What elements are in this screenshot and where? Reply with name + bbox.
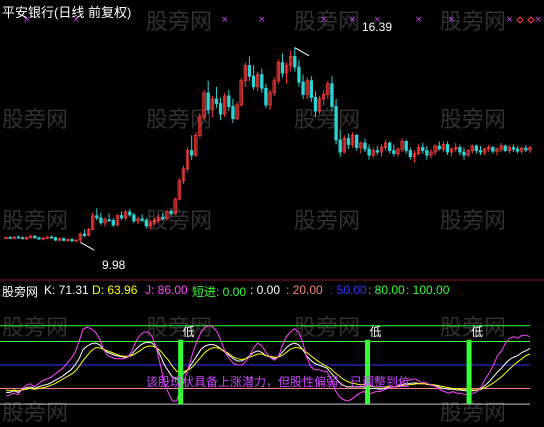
diamond-marker bbox=[527, 16, 535, 24]
candle-body bbox=[260, 74, 264, 89]
high-arrow bbox=[294, 47, 310, 57]
top-marker: × bbox=[448, 15, 456, 25]
low-arrow bbox=[80, 241, 95, 251]
candle-body bbox=[161, 216, 165, 220]
candle-body bbox=[37, 237, 41, 240]
top-marker: × bbox=[534, 15, 542, 25]
indicator-name: 股旁网 bbox=[2, 285, 39, 299]
candle-body bbox=[251, 75, 256, 88]
candle-body bbox=[247, 65, 252, 77]
diamond-marker bbox=[516, 16, 524, 24]
line50-value: : 50.00 bbox=[330, 283, 367, 297]
signal-label: 低 bbox=[370, 325, 382, 339]
candle-body bbox=[346, 138, 351, 145]
candle-body bbox=[16, 236, 21, 239]
candle-body bbox=[280, 62, 285, 74]
line0-value: : 0.00 bbox=[250, 283, 281, 297]
d-value: D: 63.96 bbox=[92, 283, 138, 297]
top-marker: × bbox=[415, 15, 423, 25]
candle-body bbox=[111, 219, 115, 226]
candle-body bbox=[231, 106, 235, 120]
candle-body bbox=[524, 147, 528, 151]
candle-body bbox=[421, 147, 425, 151]
top-marker: × bbox=[221, 15, 229, 25]
candle-body bbox=[8, 236, 12, 239]
candle-body bbox=[330, 83, 334, 107]
candle-body bbox=[53, 237, 58, 241]
signal-bar bbox=[466, 339, 472, 405]
candle-body bbox=[408, 150, 413, 158]
candle-body bbox=[458, 147, 462, 153]
candle-body bbox=[20, 237, 25, 240]
high-price-label: 16.39 bbox=[362, 20, 393, 34]
candle-body bbox=[169, 210, 173, 215]
candle-body bbox=[62, 238, 66, 241]
candle-body bbox=[515, 148, 520, 152]
candle-body bbox=[70, 239, 74, 242]
chart-canvas: × × × × × × × × × × ×低低低 bbox=[0, 15, 544, 405]
candle-body bbox=[437, 145, 441, 150]
candle-body bbox=[425, 150, 429, 156]
candle-body bbox=[462, 151, 466, 156]
top-marker: × bbox=[258, 15, 266, 25]
candle-body bbox=[445, 144, 450, 153]
candle-body bbox=[140, 218, 144, 221]
line100-value: : 100.00 bbox=[406, 283, 450, 297]
candle-body bbox=[99, 217, 103, 224]
low-price-label: 9.98 bbox=[102, 258, 126, 272]
chart-root: 股旁网 股旁网 股旁网 股旁网 股旁网 股旁网 股旁网 股旁网 股旁网 股旁网 … bbox=[0, 0, 544, 426]
chart-title: 平安银行(日线 前复权) bbox=[2, 5, 132, 20]
j-value: J: 86.00 bbox=[145, 283, 188, 297]
candle-body bbox=[363, 142, 367, 150]
candle-body bbox=[301, 81, 305, 95]
candle-body bbox=[132, 214, 136, 222]
short-signal-value: 短进: 0.00 bbox=[192, 285, 247, 299]
candle-body bbox=[214, 98, 219, 104]
k-value: K: 71.31 bbox=[44, 283, 89, 297]
top-marker: × bbox=[349, 15, 357, 25]
candle-body bbox=[293, 56, 297, 68]
candle-body bbox=[95, 215, 99, 219]
candle-body bbox=[511, 147, 516, 150]
candle-body bbox=[82, 233, 87, 236]
candle-body bbox=[313, 97, 318, 112]
candle-body bbox=[119, 215, 124, 219]
candle-body bbox=[491, 147, 495, 152]
signal-bar bbox=[365, 339, 371, 405]
line80-value: : 80.00 bbox=[368, 283, 405, 297]
candle-body bbox=[388, 142, 392, 151]
candle-body bbox=[404, 141, 408, 151]
signal-bar bbox=[178, 339, 184, 405]
candle-body bbox=[206, 92, 210, 110]
candle-body bbox=[49, 236, 54, 239]
candle-body bbox=[297, 66, 301, 83]
candle-body bbox=[107, 219, 111, 222]
candle-body bbox=[355, 134, 359, 148]
candle-body bbox=[474, 145, 479, 151]
candle-body bbox=[264, 87, 268, 106]
candle-body bbox=[338, 139, 342, 153]
line20-value: : 20.00 bbox=[286, 283, 323, 297]
candle-body bbox=[227, 95, 231, 107]
candle-body bbox=[189, 150, 194, 156]
candle-body bbox=[375, 150, 380, 153]
candle-body bbox=[503, 145, 507, 151]
candle-body bbox=[392, 150, 396, 154]
candle-body bbox=[33, 235, 37, 239]
signal-label: 低 bbox=[471, 325, 483, 339]
candle-body bbox=[334, 106, 338, 141]
candle-body bbox=[128, 211, 132, 216]
top-marker: × bbox=[320, 15, 328, 25]
top-marker: × bbox=[506, 15, 514, 25]
candle-body bbox=[218, 103, 223, 115]
analysis-annotation: 该股现状具备上涨潜力，但股性偏弱，已调整到位 bbox=[146, 375, 411, 389]
candle-body bbox=[144, 219, 148, 227]
candle-body bbox=[367, 148, 371, 156]
candle-body bbox=[478, 150, 483, 153]
candle-body bbox=[309, 80, 314, 98]
signal-label: 低 bbox=[183, 325, 195, 339]
